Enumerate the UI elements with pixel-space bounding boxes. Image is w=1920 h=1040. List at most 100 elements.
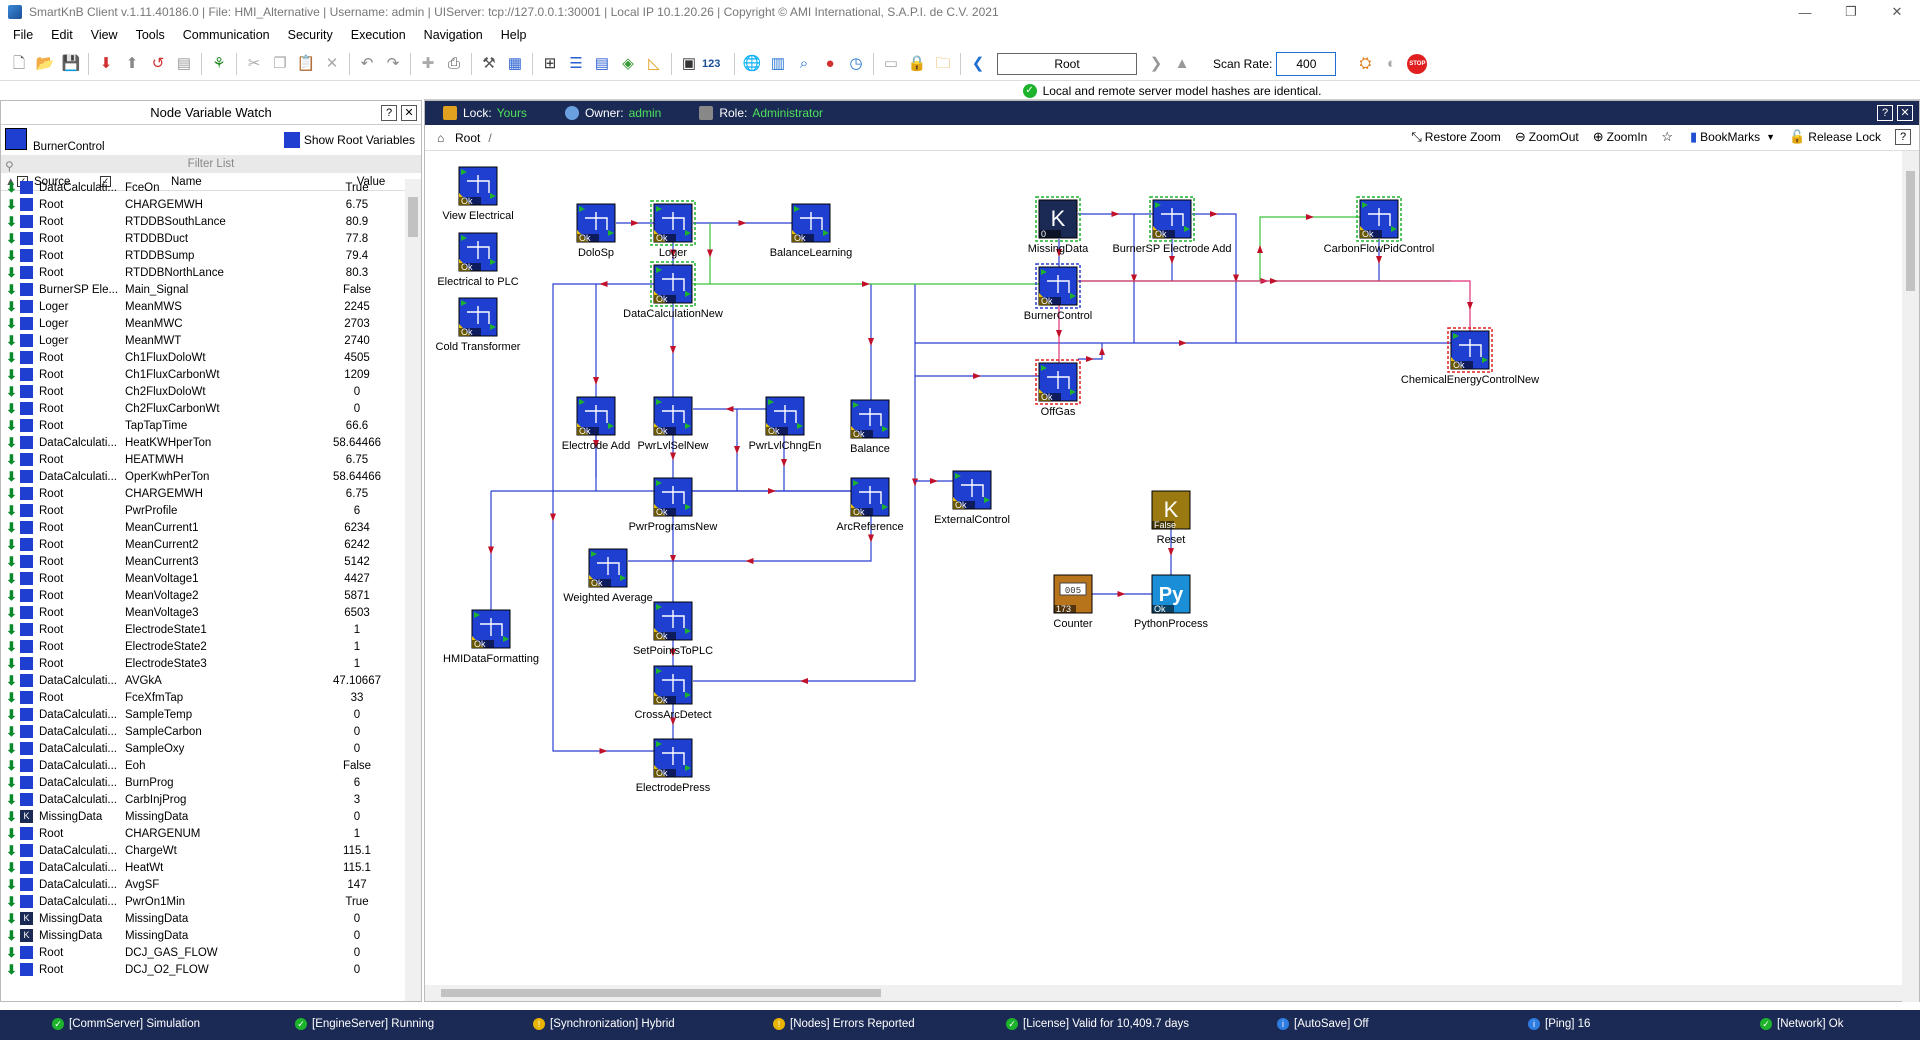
terminal-icon[interactable]: ▣	[677, 52, 701, 76]
node-data-calc-new[interactable]: Ok DataCalculationNew	[623, 261, 723, 320]
lock-icon[interactable]: 🔒	[905, 52, 929, 76]
node-reset[interactable]: KFalse Reset	[1151, 490, 1191, 546]
node-burnersp-electrode-add[interactable]: Ok BurnerSP Electrode Add	[1112, 196, 1232, 255]
ruler-icon[interactable]: ◺	[642, 52, 666, 76]
add-icon[interactable]: ✚	[416, 52, 440, 76]
paste-icon[interactable]: 📋	[294, 52, 318, 76]
variable-row[interactable]: ⬇ Root MeanCurrent1 6234	[1, 519, 405, 536]
variable-row[interactable]: ⬇ K MissingData MissingData 0	[1, 927, 405, 944]
menu-file[interactable]: File	[4, 28, 42, 42]
variable-row[interactable]: ⬇ DataCalculati... AVGkA 47.10667	[1, 672, 405, 689]
cube-icon[interactable]: ◈	[616, 52, 640, 76]
node-missing-data[interactable]: K0 MissingData	[1028, 196, 1089, 255]
menu-edit[interactable]: Edit	[42, 28, 82, 42]
scrollbar-thumb[interactable]	[1906, 171, 1915, 291]
variable-row[interactable]: ⬇ DataCalculati... CarbInjProg 3	[1, 791, 405, 808]
delete-icon[interactable]: ✕	[320, 52, 344, 76]
menu-execution[interactable]: Execution	[342, 28, 415, 42]
zoom-in-button[interactable]: ⊕ ZoomIn	[1593, 129, 1648, 145]
variable-row[interactable]: ⬇ DataCalculati... BurnProg 6	[1, 774, 405, 791]
globe-icon[interactable]: 🌐	[740, 52, 764, 76]
new-file-icon[interactable]: 🗋	[7, 52, 31, 76]
print-icon[interactable]: ⎙	[442, 52, 466, 76]
undo-icon[interactable]: ↶	[355, 52, 379, 76]
cut-icon[interactable]: ✂	[242, 52, 266, 76]
release-lock-button[interactable]: 🔓 Release Lock	[1789, 129, 1881, 145]
variable-row[interactable]: ⬇ Root Ch2FluxDoloWt 0	[1, 383, 405, 400]
variable-row[interactable]: ⬇ DataCalculati... PwrOn1Min True	[1, 893, 405, 910]
node-cold-transformer[interactable]: Ok Cold Transformer	[436, 297, 521, 353]
variable-row[interactable]: ⬇ Root MeanVoltage2 5871	[1, 587, 405, 604]
variable-row[interactable]: ⬇ Root RTDDBNorthLance 80.3	[1, 264, 405, 281]
scrollbar-thumb[interactable]	[408, 197, 418, 237]
palette-icon[interactable]: ●	[818, 52, 842, 76]
variable-row[interactable]: ⬇ Root DCJ_GAS_FLOW 0	[1, 944, 405, 961]
variable-row[interactable]: ⬇ Root Ch2FluxCarbonWt 0	[1, 400, 405, 417]
node-electrical-to-plc[interactable]: Ok Electrical to PLC	[437, 232, 519, 288]
variable-row[interactable]: ⬇ DataCalculati... SampleCarbon 0	[1, 723, 405, 740]
search-icon[interactable]: ⌕	[792, 52, 816, 76]
node-pwrlvlselnew[interactable]: Ok PwrLvlSelNew	[638, 396, 709, 452]
panel-close-button[interactable]: ✕	[401, 105, 417, 121]
folder-lock-icon[interactable]: 🗀	[931, 52, 955, 76]
variable-row[interactable]: ⬇ Root ElectrodeState1 1	[1, 621, 405, 638]
nav-up-icon[interactable]: ▲	[1170, 52, 1194, 76]
variable-row[interactable]: ⬇ Root RTDDBSouthLance 80.9	[1, 213, 405, 230]
node-burner-control[interactable]: Ok BurnerControl	[1024, 263, 1092, 322]
node-setpoints-to-plc[interactable]: Ok SetPointsToPLC	[633, 601, 713, 657]
variable-row[interactable]: ⬇ DataCalculati... FceOn True	[1, 179, 405, 196]
variable-row[interactable]: ⬇ DataCalculati... ChargeWt 115.1	[1, 842, 405, 859]
node-diagram-canvas[interactable]: Ok View Electrical Ok Electrical to PLC Ok Co…	[425, 151, 1903, 985]
redo-icon[interactable]: ↷	[381, 52, 405, 76]
menu-view[interactable]: View	[82, 28, 127, 42]
node-loger[interactable]: Ok Loger	[650, 200, 696, 259]
save-icon[interactable]: 💾	[59, 52, 83, 76]
nav-forward-icon[interactable]: ❯	[1144, 52, 1168, 76]
variable-row[interactable]: ⬇ Root HEATMWH 6.75	[1, 451, 405, 468]
chart-icon[interactable]: ▥	[766, 52, 790, 76]
minimize-button[interactable]: —	[1782, 0, 1828, 24]
home-icon[interactable]: ⌂	[437, 132, 449, 144]
breadcrumb-root[interactable]: Root	[455, 131, 480, 145]
menu-help[interactable]: Help	[492, 28, 536, 42]
tree-icon[interactable]: ⚘	[207, 52, 231, 76]
document-icon[interactable]: ▤	[172, 52, 196, 76]
node-weighted-average[interactable]: Ok Weighted Average	[563, 548, 653, 604]
node-dolosp[interactable]: Ok DoloSp	[576, 203, 616, 259]
node-hmi-data-formatting[interactable]: Ok HMIDataFormatting	[443, 609, 539, 665]
variable-row[interactable]: ⬇ Root RTDDBDuct 77.8	[1, 230, 405, 247]
variable-row[interactable]: ⬇ Root CHARGEMWH 6.75	[1, 196, 405, 213]
panel-scrollbar[interactable]	[405, 179, 421, 1001]
variable-row[interactable]: ⬇ Root CHARGENUM 1	[1, 825, 405, 842]
diagram-vertical-scrollbar[interactable]	[1902, 151, 1919, 1003]
node-offgas[interactable]: Ok OffGas	[1035, 359, 1081, 418]
variable-row[interactable]: ⬇ DataCalculati... OperKwhPerTon 58.64466	[1, 468, 405, 485]
favorite-button[interactable]: ☆	[1661, 129, 1676, 145]
node-arcreference[interactable]: Ok ArcReference	[836, 477, 904, 533]
variable-row[interactable]: ⬇ Root PwrProfile 6	[1, 502, 405, 519]
variable-row[interactable]: ⬇ DataCalculati... AvgSF 147	[1, 876, 405, 893]
menu-navigation[interactable]: Navigation	[415, 28, 492, 42]
bookmarks-dropdown[interactable]: ▮ BookMarks ▼	[1690, 129, 1775, 145]
navigation-path-field[interactable]: Root	[997, 52, 1137, 75]
variable-row[interactable]: ⬇ Loger MeanMWS 2245	[1, 298, 405, 315]
help-button[interactable]: ?	[1895, 129, 1911, 145]
close-window-button[interactable]: ✕	[1874, 0, 1920, 24]
node-counter[interactable]: 005 173 Counter	[1053, 574, 1093, 630]
variable-row[interactable]: ⬇ DataCalculati... HeatWt 115.1	[1, 859, 405, 876]
diagram-horizontal-scrollbar[interactable]	[425, 985, 1903, 1001]
tools-icon[interactable]: ⚒	[477, 52, 501, 76]
variable-row[interactable]: ⬇ Root RTDDBSump 79.4	[1, 247, 405, 264]
variable-row[interactable]: ⬇ K MissingData MissingData 0	[1, 808, 405, 825]
variable-row[interactable]: ⬇ DataCalculati... Eoh False	[1, 757, 405, 774]
node-pwrprogramsnew[interactable]: Ok PwrProgramsNew	[629, 477, 718, 533]
counter-label[interactable]: 123	[702, 58, 730, 70]
clock-icon[interactable]: ◷	[844, 52, 868, 76]
variable-row[interactable]: ⬇ K MissingData MissingData 0	[1, 910, 405, 927]
diagram-close-button[interactable]: ✕	[1897, 105, 1913, 121]
copy-icon[interactable]: ❐	[268, 52, 292, 76]
hierarchy-icon[interactable]: ⊞	[538, 52, 562, 76]
variable-row[interactable]: ⬇ DataCalculati... SampleTemp 0	[1, 706, 405, 723]
restore-zoom-button[interactable]: ⤡ Restore Zoom	[1411, 129, 1500, 145]
grid-icon[interactable]: ▦	[503, 52, 527, 76]
